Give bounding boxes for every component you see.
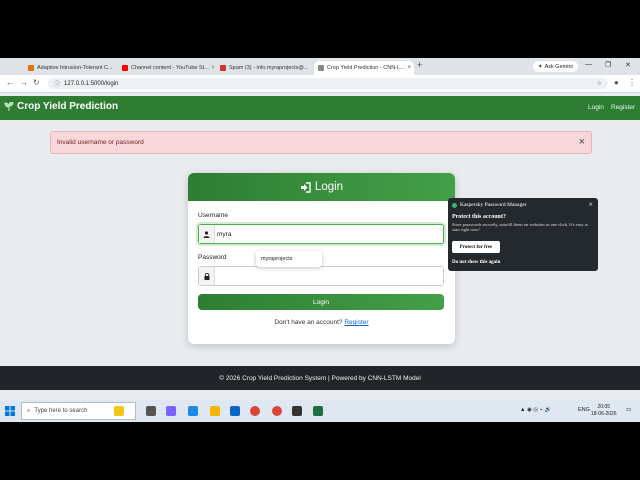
close-tab-icon[interactable]: × [408,65,412,71]
brand-title: Crop Yield Prediction [17,101,119,112]
notification-icon[interactable]: ▭ [626,407,631,413]
kaspersky-popup: Kaspersky Password Manager × Protect thi… [448,198,598,271]
search-placeholder: Type here to search [34,408,88,414]
alert-message: Invalid username or password [57,139,144,146]
browser-tab-1[interactable]: Channel content - YouTube St... × [118,61,214,75]
browser-tab-0[interactable]: Adaptive Intrusion-Tolerant C... × [24,61,116,75]
language-indicator[interactable]: ENG [578,407,590,413]
card-header: Login [188,173,455,201]
address-toolbar: ← → ↻ ⓘ 127.0.0.1:5000/login ☆ ● ⋮ [0,75,640,93]
kaspersky-description: Store passwords securely, autofill them … [452,222,589,233]
tab-strip: Adaptive Intrusion-Tolerant C... × Chann… [0,58,640,75]
kaspersky-title: Kaspersky Password Manager [460,202,527,208]
chrome-profile-icon[interactable] [272,406,282,416]
gemini-label: Ask Gemini [544,63,573,70]
windows-start-icon[interactable] [5,406,15,416]
edge-icon[interactable] [188,406,198,416]
close-window-icon[interactable]: ✕ [625,61,631,69]
sparkle-icon: ✦ [538,63,543,70]
url-text: 127.0.0.1:5000/login [64,80,119,87]
error-alert: Invalid username or password × [50,131,592,154]
store-icon[interactable] [230,406,240,416]
do-not-show-link[interactable]: Do not show this again [452,260,500,265]
login-button[interactable]: Login [198,294,444,310]
search-icon: ⌕ [27,407,31,414]
tab-label: Adaptive Intrusion-Tolerant C... [37,65,113,71]
card-title: Login [314,181,344,193]
tab-label: Channel content - YouTube St... [131,65,209,71]
app-icon[interactable] [292,406,302,416]
globe-icon [318,65,324,71]
lock-icon [199,267,215,285]
tab-label: Spam (3) - info.myraprojects@... [229,65,309,71]
profile-icon[interactable]: ● [614,78,619,87]
alert-close-button[interactable]: × [579,136,585,148]
kaspersky-question: Protect this account? [452,214,506,220]
signup-prompt: Don't have an account? Register [188,319,455,326]
browser-tab-active[interactable]: Crop Yield Prediction - CNN-L... × [314,61,414,75]
kaspersky-logo-icon [452,202,457,208]
autofill-suggestion[interactable]: myraprojects [256,251,322,267]
username-label: Username [198,212,228,219]
signup-text: Don't have an account? [274,319,343,326]
excel-icon[interactable] [313,406,323,416]
minimize-icon[interactable]: — [585,61,592,68]
url-bar[interactable]: ⓘ 127.0.0.1:5000/login ☆ [48,78,608,89]
menu-kebab-icon[interactable]: ⋮ [628,78,636,87]
file-explorer-icon[interactable] [210,406,220,416]
forward-icon[interactable]: → [20,78,28,87]
close-tab-icon[interactable]: × [212,65,214,71]
reload-icon[interactable]: ↻ [33,78,40,87]
copilot-icon[interactable] [166,406,176,416]
register-link[interactable]: Register [344,319,368,326]
back-icon[interactable]: ← [6,78,14,87]
favicon-icon [28,65,34,71]
sign-in-icon [300,181,311,193]
bookmark-star-icon[interactable]: ☆ [597,80,602,87]
page-footer: © 2026 Crop Yield Prediction System | Po… [0,366,640,390]
tab-label: Crop Yield Prediction - CNN-L... [327,65,405,71]
clock-date: 18-06-2026 [591,411,617,417]
user-icon [199,225,215,243]
chrome-icon[interactable] [250,406,260,416]
brand[interactable]: Crop Yield Prediction [4,101,118,112]
task-view-icon[interactable] [146,406,156,416]
taskbar-clock[interactable]: 20:05 18-06-2026 [591,404,617,418]
kaspersky-close-icon[interactable]: × [588,200,593,209]
clock-time: 20:05 [597,404,611,410]
username-field[interactable] [198,224,444,244]
ask-gemini-button[interactable]: ✦ Ask Gemini [533,61,578,72]
password-field[interactable] [198,266,444,286]
username-input[interactable] [217,227,437,241]
nav-login-link[interactable]: Login [588,104,604,111]
seedling-icon [4,102,14,111]
nav-register-link[interactable]: Register [611,104,635,111]
suggestion-text: myraprojects [261,256,293,262]
app-navbar: Crop Yield Prediction Login Register [0,96,640,120]
new-tab-button[interactable]: + [417,60,422,70]
gmail-icon [220,65,226,71]
protect-for-free-button[interactable]: Protect for free [452,241,500,253]
tray-icons[interactable]: ▲ ◉ ◎ ⌁ 🔊 [520,407,551,413]
youtube-icon [122,65,128,71]
browser-tab-2[interactable]: Spam (3) - info.myraprojects@... × [216,61,312,75]
widgets-icon[interactable] [114,406,124,416]
site-info-icon[interactable]: ⓘ [54,79,60,88]
footer-text: © 2026 Crop Yield Prediction System | Po… [219,374,421,382]
windows-taskbar: ⌕ Type here to search ▲ ◉ ◎ ⌁ 🔊 ENG 20:0… [0,400,640,422]
password-label: Password [198,254,227,261]
maximize-icon[interactable]: ❐ [605,61,611,69]
kaspersky-header: Kaspersky Password Manager [452,202,527,208]
password-input[interactable] [217,269,437,283]
